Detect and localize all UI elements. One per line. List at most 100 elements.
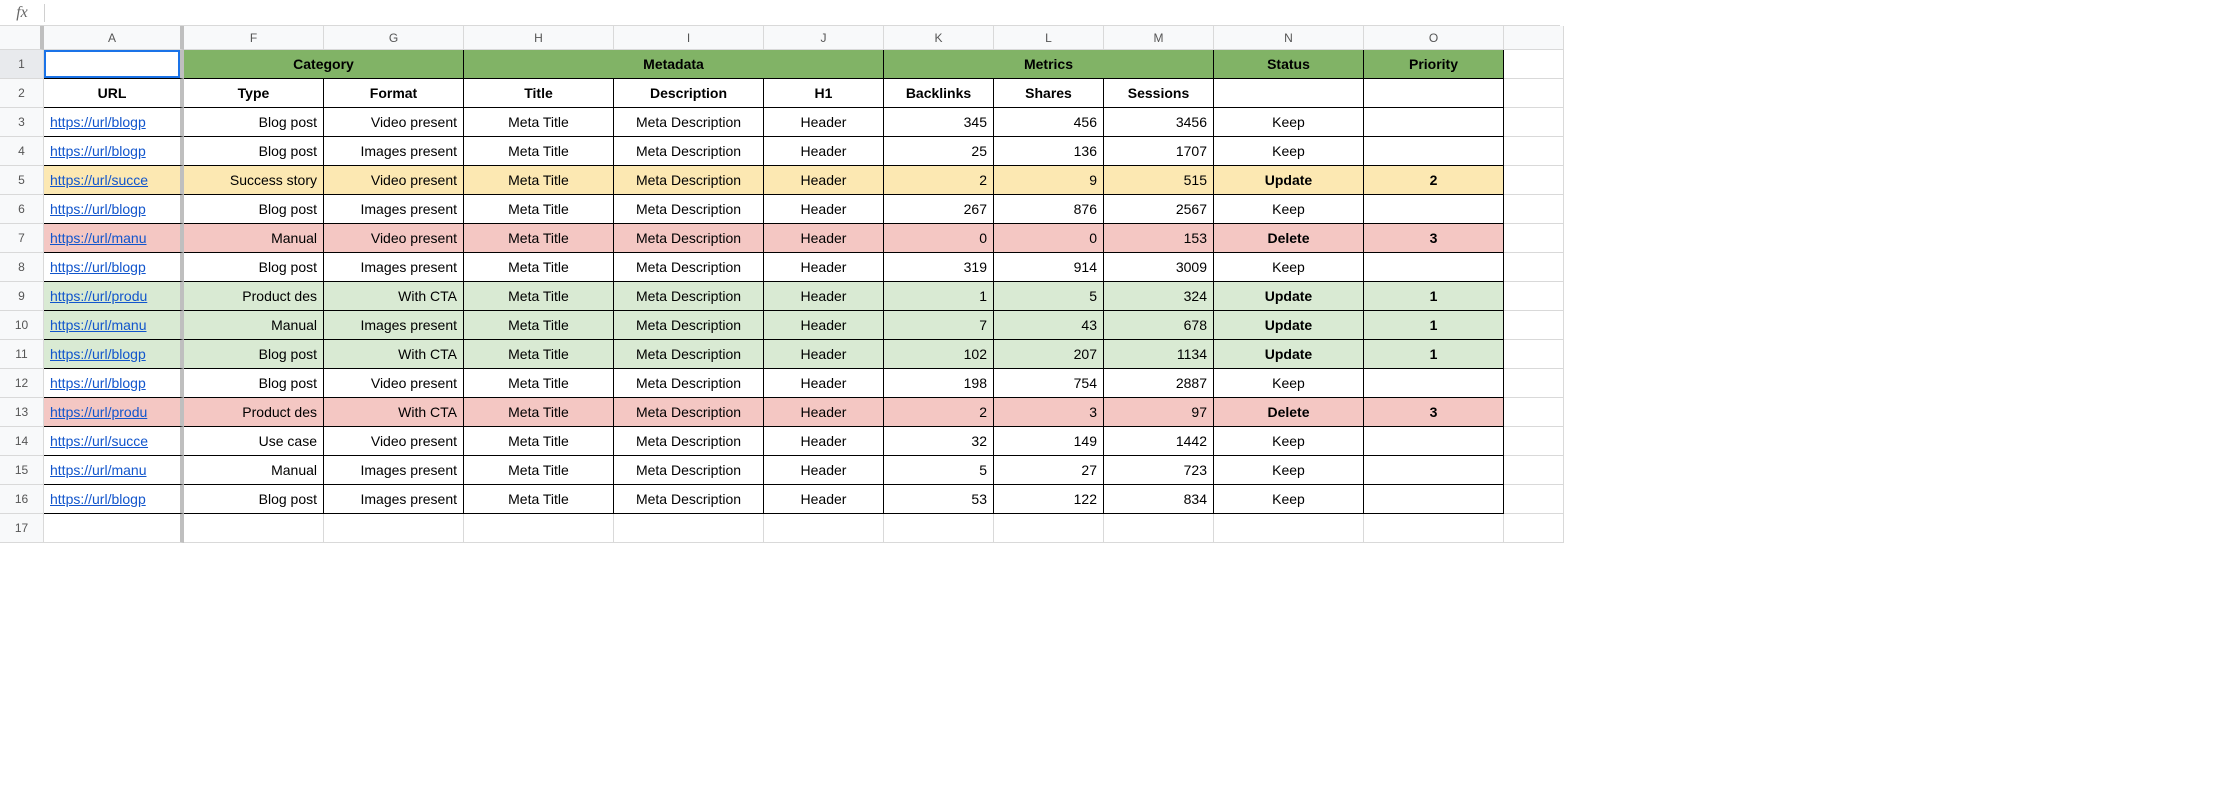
cell-url[interactable]: https://url/blogp [44, 108, 184, 137]
header-status-blank[interactable] [1214, 79, 1364, 108]
cell-priority[interactable] [1364, 195, 1504, 224]
section-metadata[interactable]: Metadata [464, 50, 884, 79]
cell-title[interactable]: Meta Title [464, 340, 614, 369]
cell-type[interactable]: Blog post [184, 253, 324, 282]
cell-status[interactable]: Keep [1214, 195, 1364, 224]
cell-sessions[interactable]: 2887 [1104, 369, 1214, 398]
row-header-3[interactable]: 3 [0, 108, 44, 137]
cell-blank[interactable] [1504, 224, 1564, 253]
cell-shares[interactable]: 136 [994, 137, 1104, 166]
cell-shares[interactable]: 122 [994, 485, 1104, 514]
cell-empty[interactable] [464, 514, 614, 543]
header-backlinks[interactable]: Backlinks [884, 79, 994, 108]
cell-blank[interactable] [1504, 166, 1564, 195]
cell-format[interactable]: Images present [324, 456, 464, 485]
cell-type[interactable]: Manual [184, 311, 324, 340]
cell-blank[interactable] [1504, 282, 1564, 311]
formula-input[interactable] [45, 0, 1560, 25]
cell-url[interactable]: https://url/blogp [44, 485, 184, 514]
row-header-9[interactable]: 9 [0, 282, 44, 311]
cell-type[interactable]: Success story [184, 166, 324, 195]
cell-description[interactable]: Meta Description [614, 137, 764, 166]
cell-title[interactable]: Meta Title [464, 253, 614, 282]
cell-description[interactable]: Meta Description [614, 340, 764, 369]
cell-priority[interactable] [1364, 253, 1504, 282]
cell-title[interactable]: Meta Title [464, 485, 614, 514]
cell-backlinks[interactable]: 1 [884, 282, 994, 311]
cell-backlinks[interactable]: 267 [884, 195, 994, 224]
cell-format[interactable]: With CTA [324, 340, 464, 369]
cell-sessions[interactable]: 1442 [1104, 427, 1214, 456]
cell-priority[interactable]: 2 [1364, 166, 1504, 195]
cell-priority[interactable]: 1 [1364, 340, 1504, 369]
cell-shares[interactable]: 754 [994, 369, 1104, 398]
cell-format[interactable]: Video present [324, 427, 464, 456]
cell-empty[interactable] [994, 514, 1104, 543]
col-header-g[interactable]: G [324, 26, 464, 50]
cell-url[interactable]: https://url/manu [44, 456, 184, 485]
cell-description[interactable]: Meta Description [614, 282, 764, 311]
header-title[interactable]: Title [464, 79, 614, 108]
row-header-10[interactable]: 10 [0, 311, 44, 340]
cell-description[interactable]: Meta Description [614, 166, 764, 195]
cell-blank[interactable] [1504, 340, 1564, 369]
cell-empty[interactable] [764, 514, 884, 543]
cell-shares[interactable]: 456 [994, 108, 1104, 137]
cell-blank[interactable] [1504, 108, 1564, 137]
cell-h1[interactable]: Header [764, 282, 884, 311]
cell-status[interactable]: Keep [1214, 137, 1364, 166]
cell-backlinks[interactable]: 53 [884, 485, 994, 514]
cell-title[interactable]: Meta Title [464, 398, 614, 427]
cell-backlinks[interactable]: 25 [884, 137, 994, 166]
header-description[interactable]: Description [614, 79, 764, 108]
cell-url[interactable]: https://url/succe [44, 166, 184, 195]
cell-url[interactable]: https://url/blogp [44, 137, 184, 166]
cell-title[interactable]: Meta Title [464, 108, 614, 137]
cell-shares[interactable]: 5 [994, 282, 1104, 311]
cell-blank[interactable] [1504, 253, 1564, 282]
select-all-corner[interactable] [0, 26, 44, 50]
cell-shares[interactable]: 914 [994, 253, 1104, 282]
header-format[interactable]: Format [324, 79, 464, 108]
cell-type[interactable]: Blog post [184, 485, 324, 514]
row-header-6[interactable]: 6 [0, 195, 44, 224]
cell-sessions[interactable]: 2567 [1104, 195, 1214, 224]
col-header-j[interactable]: J [764, 26, 884, 50]
cell-blank-1[interactable] [1504, 50, 1564, 79]
cell-sessions[interactable]: 1707 [1104, 137, 1214, 166]
cell-status[interactable]: Keep [1214, 108, 1364, 137]
header-priority-blank[interactable] [1364, 79, 1504, 108]
col-header-a[interactable]: A [44, 26, 184, 50]
col-header-o[interactable]: O [1364, 26, 1504, 50]
cell-blank-2[interactable] [1504, 79, 1564, 108]
cell-backlinks[interactable]: 345 [884, 108, 994, 137]
cell-shares[interactable]: 43 [994, 311, 1104, 340]
cell-format[interactable]: Video present [324, 224, 464, 253]
col-header-f[interactable]: F [184, 26, 324, 50]
cell-title[interactable]: Meta Title [464, 311, 614, 340]
row-header-8[interactable]: 8 [0, 253, 44, 282]
cell-description[interactable]: Meta Description [614, 108, 764, 137]
row-header-7[interactable]: 7 [0, 224, 44, 253]
cell-description[interactable]: Meta Description [614, 427, 764, 456]
cell-blank[interactable] [1504, 427, 1564, 456]
header-shares[interactable]: Shares [994, 79, 1104, 108]
col-header-h[interactable]: H [464, 26, 614, 50]
cell-priority[interactable]: 1 [1364, 282, 1504, 311]
cell-url[interactable]: https://url/manu [44, 224, 184, 253]
cell-title[interactable]: Meta Title [464, 195, 614, 224]
cell-url[interactable]: https://url/produ [44, 398, 184, 427]
cell-priority[interactable]: 1 [1364, 311, 1504, 340]
cell-sessions[interactable]: 3009 [1104, 253, 1214, 282]
cell-type[interactable]: Manual [184, 456, 324, 485]
cell-blank[interactable] [1504, 137, 1564, 166]
cell-h1[interactable]: Header [764, 456, 884, 485]
cell-status[interactable]: Update [1214, 311, 1364, 340]
row-header-14[interactable]: 14 [0, 427, 44, 456]
cell-backlinks[interactable]: 7 [884, 311, 994, 340]
row-header-16[interactable]: 16 [0, 485, 44, 514]
row-header-15[interactable]: 15 [0, 456, 44, 485]
col-header-n[interactable]: N [1214, 26, 1364, 50]
cell-empty[interactable] [324, 514, 464, 543]
grid[interactable]: A F G H I J K L M N O 1 Category Metadat… [0, 26, 1560, 543]
